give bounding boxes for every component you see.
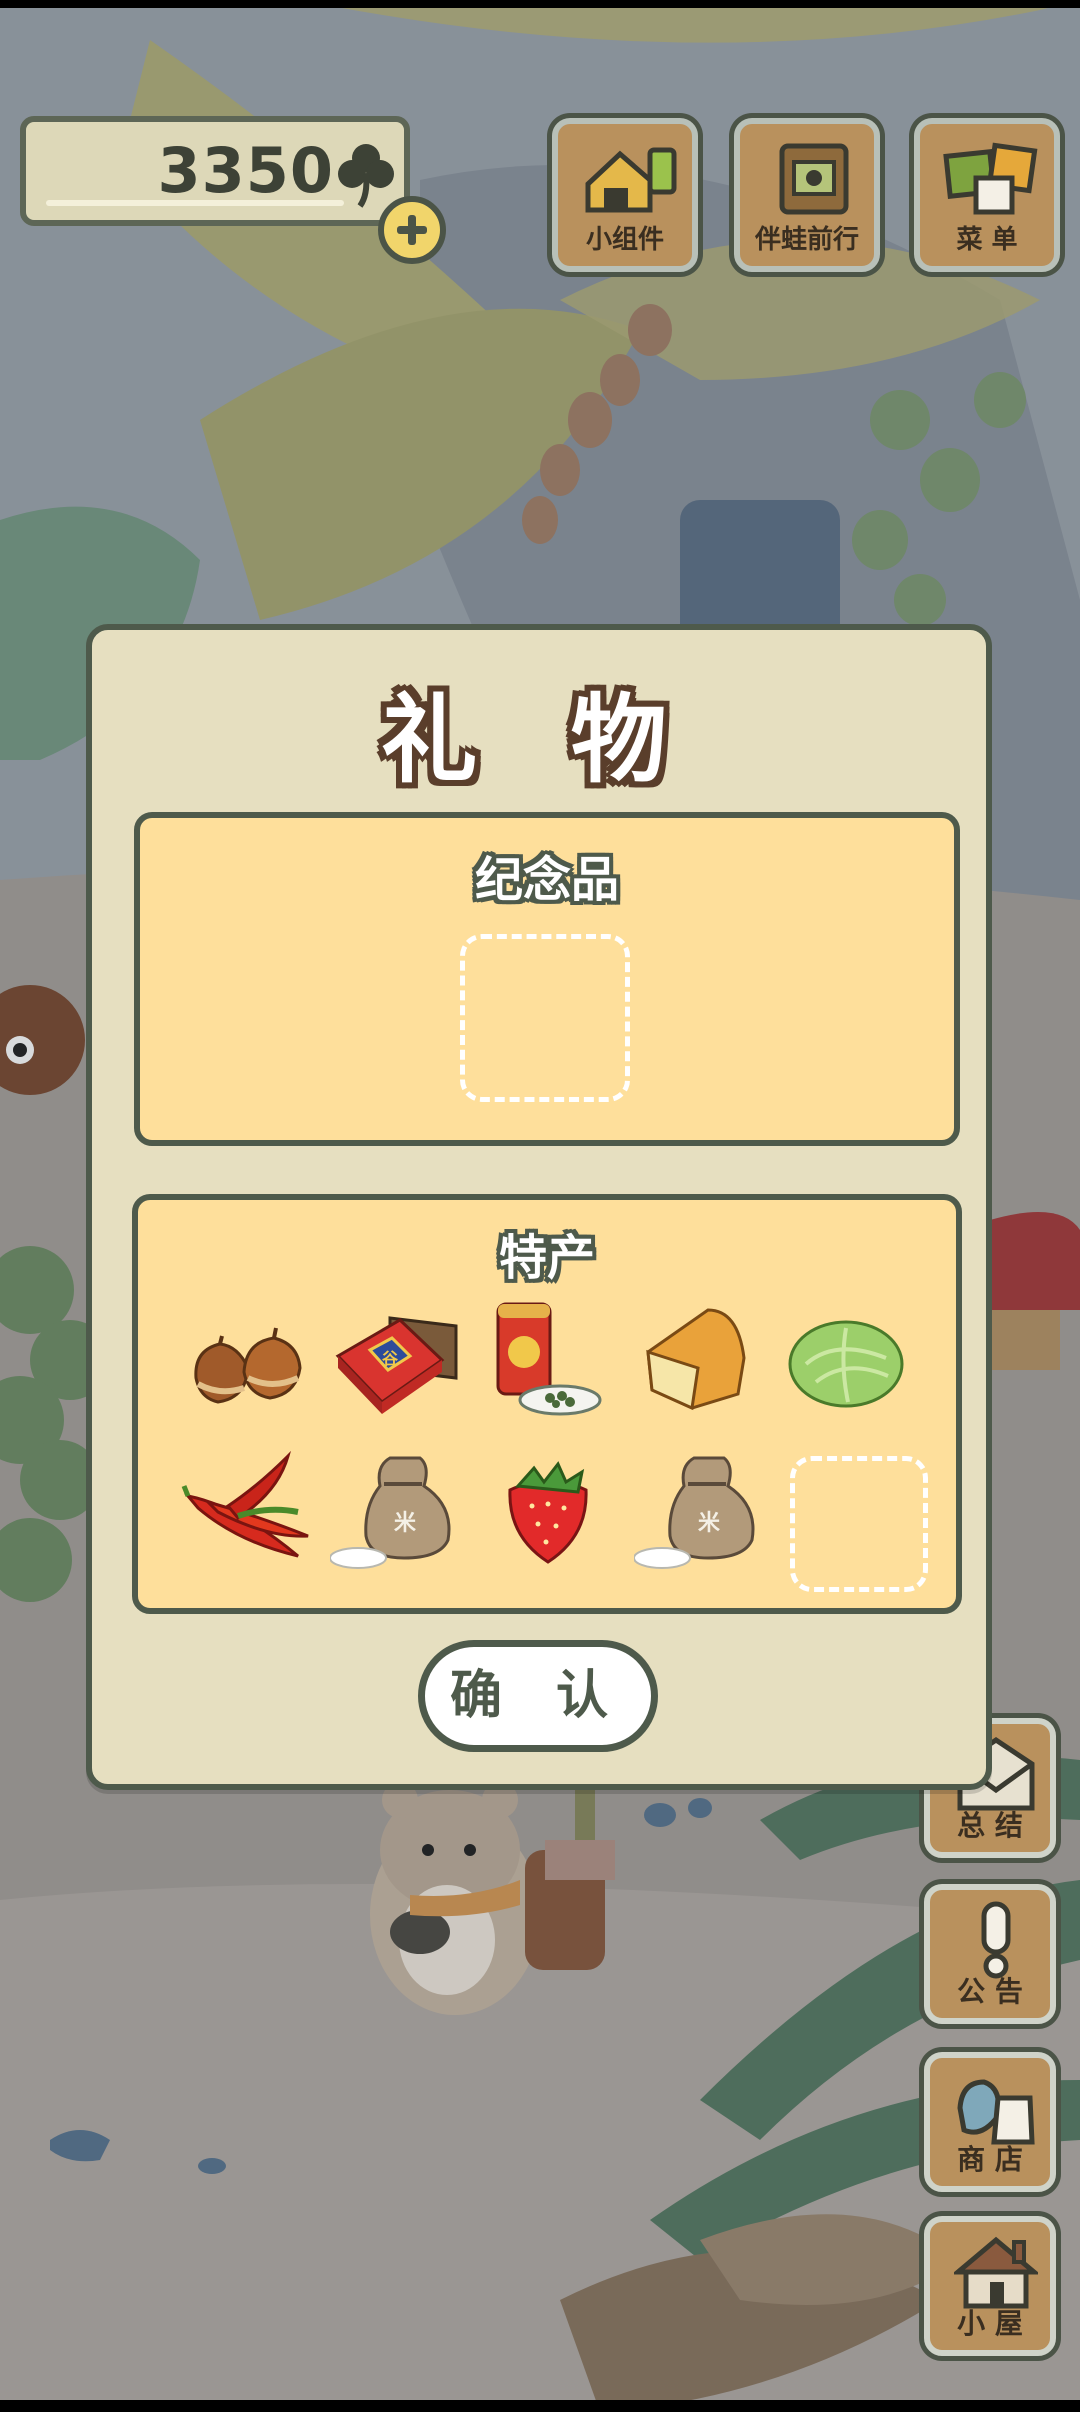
gift-box-item[interactable]: 谷	[330, 1298, 470, 1428]
souvenir-slot[interactable]	[460, 934, 630, 1102]
specialty-panel: 特产 谷 米 米	[132, 1194, 962, 1614]
widget-button[interactable]: 小组件	[552, 118, 698, 272]
clover-icon	[338, 140, 394, 214]
gift-box-icon: 谷	[335, 1316, 458, 1414]
menu-button[interactable]: 菜 单	[914, 118, 1060, 272]
house-icon	[954, 2236, 1038, 2309]
tea-can-item[interactable]	[478, 1298, 618, 1428]
rice-sack-icon: 米	[633, 1456, 755, 1569]
widget-icon	[585, 147, 677, 213]
menu-icon	[943, 142, 1038, 215]
travel-with-frog-button[interactable]: 伴蛙前行	[734, 118, 880, 272]
add-clover-button[interactable]	[378, 196, 446, 264]
souvenir-title: 纪念品	[474, 852, 619, 908]
exclamation-icon	[981, 1901, 1011, 1979]
album-icon	[779, 143, 849, 215]
chili-peppers-icon	[181, 1450, 309, 1558]
menu-label: 菜 单	[956, 225, 1018, 255]
notice-label: 公 告	[957, 1975, 1023, 2008]
box-label: 谷	[382, 1349, 399, 1368]
notice-button[interactable]: 公 告	[924, 1884, 1056, 2024]
rice-sack-item-1[interactable]: 米	[329, 1446, 470, 1576]
shop-button[interactable]: 商 店	[924, 2052, 1056, 2192]
chestnuts-item[interactable]	[178, 1298, 318, 1428]
cheese-icon	[646, 1308, 746, 1411]
chestnuts-icon	[194, 1327, 302, 1404]
cabbage-item[interactable]	[776, 1298, 916, 1428]
clover-underline	[46, 200, 344, 206]
confirm-button[interactable]: 确 认	[418, 1640, 658, 1752]
specialty-title: 特产	[498, 1230, 595, 1286]
strawberry-item[interactable]	[478, 1446, 618, 1576]
travel-with-frog-label: 伴蛙前行	[754, 225, 859, 255]
clover-count: 3350	[157, 134, 334, 207]
widget-label: 小组件	[585, 225, 664, 255]
cabbage-icon	[788, 1320, 904, 1408]
summary-label: 总 结	[957, 1809, 1023, 1842]
cheese-item[interactable]	[628, 1298, 768, 1428]
shop-label: 商 店	[957, 2143, 1023, 2176]
gift-dialog: 礼 物 纪念品 特产 谷 米 米 确 认	[86, 624, 992, 1790]
status-strip	[0, 0, 1080, 8]
strawberry-icon	[508, 1461, 588, 1564]
souvenir-panel: 纪念品	[134, 812, 960, 1146]
specialty-empty-slot[interactable]	[790, 1456, 928, 1592]
rice-sack-icon: 米	[329, 1456, 451, 1569]
chili-peppers-item[interactable]	[178, 1446, 318, 1576]
clover-balance: 3350	[20, 116, 410, 226]
bottom-strip	[0, 2400, 1080, 2412]
sack-label: 米	[394, 1511, 417, 1536]
house-label: 小 屋	[957, 2307, 1023, 2340]
rice-sack-item-2[interactable]: 米	[633, 1446, 774, 1576]
dialog-title: 礼 物	[381, 684, 697, 796]
tea-can-icon	[496, 1302, 602, 1416]
plus-icon	[397, 215, 427, 245]
house-button[interactable]: 小 屋	[924, 2216, 1056, 2356]
shop-bags-icon	[957, 2079, 1035, 2145]
sack-label: 米	[698, 1511, 721, 1536]
